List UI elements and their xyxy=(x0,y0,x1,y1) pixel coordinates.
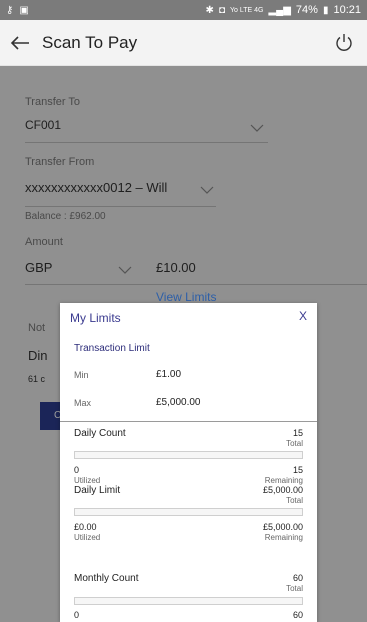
bluetooth-icon: ✱ xyxy=(205,4,214,16)
app-bar: Scan To Pay xyxy=(0,20,367,66)
monthly-count-total: 60 xyxy=(292,573,303,583)
daily-limit-progress-bar xyxy=(74,508,303,516)
daily-count-total-label: Total xyxy=(286,439,303,448)
monthly-count-remaining: 60 xyxy=(292,610,303,620)
daily-limit-utilized: £0.00 xyxy=(74,522,97,532)
battery-percent: 74% xyxy=(295,4,318,16)
daily-limit-block: Daily Limit £5,000.00 Total £0.00 £5,000… xyxy=(74,483,303,558)
vibrate-icon: ◘ xyxy=(218,4,225,16)
monthly-count-progress-bar xyxy=(74,597,303,605)
max-label: Max xyxy=(74,398,92,408)
min-value: £1.00 xyxy=(156,369,182,380)
close-button[interactable]: X xyxy=(299,309,307,323)
monthly-count-title: Monthly Count xyxy=(74,573,139,584)
daily-count-title: Daily Count xyxy=(74,428,126,439)
network-label: Yo LTE 4G xyxy=(229,6,264,14)
daily-limit-remaining-label: Remaining xyxy=(264,533,303,542)
page-title: Scan To Pay xyxy=(42,32,138,52)
transaction-limit-title: Transaction Limit xyxy=(74,343,150,354)
back-arrow-icon[interactable] xyxy=(0,20,40,66)
battery-icon: ▮ xyxy=(322,4,329,16)
daily-count-total: 15 xyxy=(292,428,303,438)
daily-limit-remaining: £5,000.00 xyxy=(262,522,303,532)
daily-count-utilized: 0 xyxy=(74,465,80,475)
monthly-count-total-label: Total xyxy=(286,584,303,593)
power-icon[interactable] xyxy=(333,32,355,54)
modal-title: My Limits xyxy=(70,311,121,325)
modal-header: My Limits X xyxy=(60,303,317,331)
image-icon: ▣ xyxy=(19,4,29,16)
min-label: Min xyxy=(74,370,89,380)
daily-limit-total: £5,000.00 xyxy=(262,485,303,495)
modal-divider xyxy=(60,421,317,422)
daily-count-remaining: 15 xyxy=(292,465,303,475)
daily-count-progress-bar xyxy=(74,451,303,459)
daily-limit-title: Daily Limit xyxy=(74,485,121,496)
daily-limit-total-label: Total xyxy=(286,496,303,505)
signal-icon: ▂▄▆ xyxy=(268,4,291,16)
daily-limit-utilized-label: Utilized xyxy=(74,533,101,542)
key-icon: ⚷ xyxy=(6,4,14,16)
monthly-count-block: Monthly Count 60 Total 0 60 xyxy=(74,569,303,622)
my-limits-modal: My Limits X Transaction Limit Min £1.00 … xyxy=(60,303,317,622)
view-limits-link[interactable]: View Limits xyxy=(156,290,216,304)
monthly-count-utilized: 0 xyxy=(74,610,80,620)
max-value: £5,000.00 xyxy=(156,397,201,408)
clock: 10:21 xyxy=(333,4,361,16)
status-bar: ⚷ ▣ ✱ ◘ Yo LTE 4G ▂▄▆ 74% ▮ 10:21 xyxy=(0,0,367,20)
